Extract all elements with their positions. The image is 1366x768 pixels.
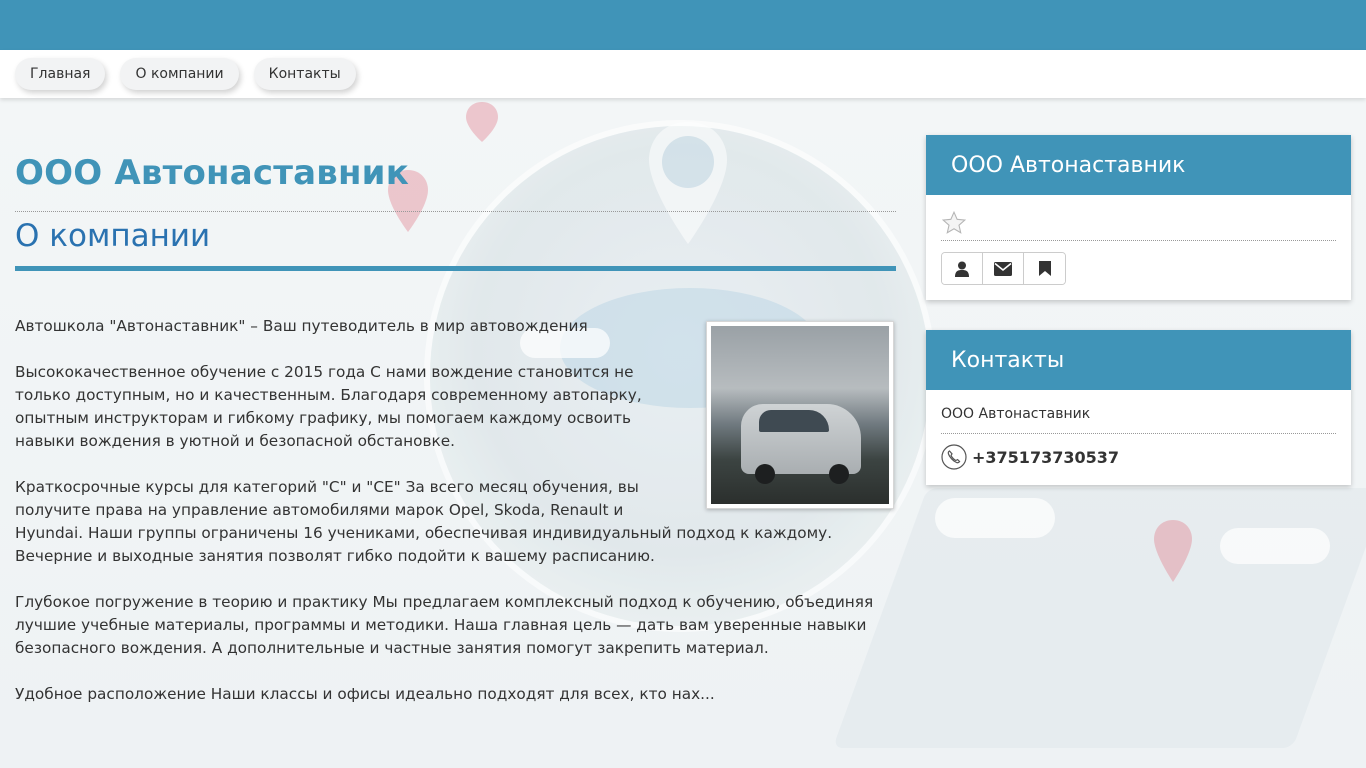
top-header-bar (0, 0, 1366, 50)
email-button[interactable] (983, 253, 1024, 284)
main-content: ООО Автонаставник О компании Автошкола "… (15, 98, 896, 729)
sidebar: ООО Автонаставник Контакты ООО Автонаста… (926, 135, 1351, 515)
phone-icon (941, 444, 967, 470)
main-navigation: Главная О компании Контакты (0, 50, 1366, 98)
contacts-panel-title: Контакты (926, 330, 1351, 390)
company-panel-title: ООО Автонаставник (926, 135, 1351, 195)
car-wheel (829, 464, 849, 484)
company-panel: ООО Автонаставник (926, 135, 1351, 300)
paragraph-theory: Глубокое погружение в теорию и практику … (15, 593, 874, 657)
background-cloud (1220, 528, 1330, 564)
article-body: Автошкола "Автонаставник" – Ваш путеводи… (15, 315, 896, 706)
car-photo-image (711, 326, 889, 504)
phone-row: +375173730537 (941, 434, 1336, 470)
car-window (759, 410, 829, 432)
nav-item-about[interactable]: О компании (120, 58, 239, 90)
title-divider (15, 211, 896, 212)
company-actions (941, 252, 1066, 285)
rating-row (941, 205, 1336, 241)
contact-company-name: ООО Автонаставник (941, 400, 1336, 434)
bookmark-button[interactable] (1024, 253, 1065, 284)
user-icon (955, 261, 969, 277)
nav-item-home[interactable]: Главная (15, 58, 106, 90)
section-title: О компании (15, 218, 211, 254)
car-wheel (755, 464, 775, 484)
star-icon[interactable] (941, 210, 967, 236)
section-divider (15, 266, 896, 271)
phone-number[interactable]: +375173730537 (972, 448, 1119, 467)
envelope-icon (994, 261, 1012, 276)
contacts-panel: Контакты ООО Автонаставник +375173730537 (926, 330, 1351, 485)
car-photo[interactable] (706, 321, 894, 509)
profile-button[interactable] (942, 253, 983, 284)
paragraph-location: Удобное расположение Наши классы и офисы… (15, 685, 715, 703)
map-pin-icon (1154, 520, 1192, 582)
background-map-plane (832, 488, 1366, 748)
company-title[interactable]: ООО Автонаставник (15, 153, 896, 193)
bookmark-icon (1038, 261, 1051, 276)
nav-item-contacts[interactable]: Контакты (253, 58, 356, 90)
